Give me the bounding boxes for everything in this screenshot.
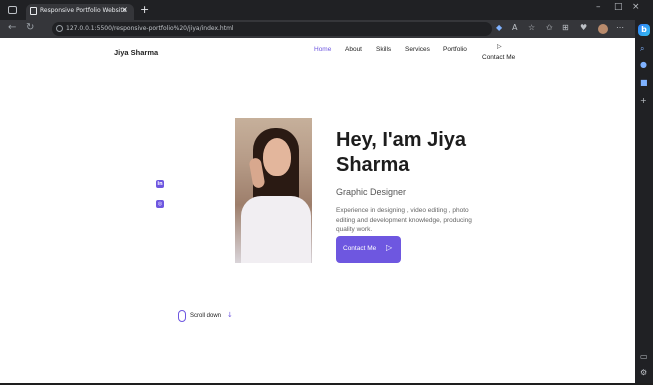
send-icon: ▷ — [386, 243, 393, 252]
nav-services[interactable]: Services — [405, 46, 430, 53]
add-sidebar-app-icon[interactable]: + — [640, 96, 647, 105]
collections-icon[interactable]: ⊞ — [562, 23, 569, 32]
browser-sidebar: b ⌕ ● ■ + ▭ ⚙ — [635, 20, 653, 385]
send-icon: ▷ — [497, 43, 502, 50]
contact-me-button[interactable]: Contact Me ▷ — [336, 236, 401, 263]
shopping-icon[interactable]: ● — [640, 60, 647, 69]
nav-about[interactable]: About — [345, 46, 362, 53]
profile-avatar[interactable] — [598, 24, 608, 34]
minimize-button[interactable]: – — [596, 2, 601, 12]
sidebar-settings-icon[interactable]: ⚙ — [640, 368, 647, 377]
nav-skills[interactable]: Skills — [376, 46, 391, 53]
tab-close-icon[interactable]: × — [121, 5, 128, 14]
mouse-icon — [178, 310, 186, 322]
outlook-icon[interactable]: ■ — [640, 78, 648, 87]
maximize-button[interactable]: □ — [614, 2, 623, 12]
arrow-down-icon: ↓ — [227, 311, 233, 319]
site-info-icon[interactable] — [56, 25, 63, 32]
new-tab-button[interactable]: + — [140, 3, 149, 16]
extension-icon[interactable]: ◆ — [496, 23, 502, 32]
tab-title: Responsive Portfolio Website — [40, 7, 127, 14]
back-arrow-icon[interactable]: ← — [8, 22, 16, 33]
close-window-button[interactable]: × — [632, 2, 640, 12]
contact-me-label: Contact Me — [343, 245, 377, 252]
hero-title: Hey, I'am Jiya Sharma — [336, 129, 467, 176]
copilot-icon[interactable]: b — [638, 24, 650, 36]
url-text: 127.0.0.1:5500/responsive-portfolio%20/j… — [66, 25, 234, 32]
refresh-icon[interactable]: ↻ — [26, 22, 34, 33]
site-logo[interactable]: Jiya Sharma — [114, 48, 158, 57]
favorite-star-icon[interactable]: ☆ — [528, 23, 535, 32]
page-favicon-icon — [30, 7, 37, 15]
nav-portfolio[interactable]: Portfolio — [443, 46, 467, 53]
scroll-down-label: Scroll down — [190, 313, 222, 319]
search-icon[interactable]: ⌕ — [640, 44, 644, 54]
address-bar[interactable]: 127.0.0.1:5500/responsive-portfolio%20/j… — [52, 22, 492, 36]
nav-home[interactable]: Home — [314, 46, 331, 53]
linkedin-icon: in — [157, 181, 163, 187]
read-aloud-icon[interactable]: A — [512, 23, 517, 32]
browser-essentials-icon[interactable]: ♥ — [580, 23, 587, 32]
window-menu-icon[interactable] — [8, 6, 17, 14]
browser-tab[interactable]: Responsive Portfolio Website × — [26, 4, 134, 20]
linkedin-link[interactable]: in — [156, 180, 164, 188]
dribbble-link[interactable]: ◎ — [156, 200, 164, 208]
browser-toolbar: ← ↻ 127.0.0.1:5500/responsive-portfolio%… — [0, 20, 635, 38]
dribbble-icon: ◎ — [157, 201, 163, 207]
hero-description: Experience in designing , video editing … — [336, 207, 472, 233]
sidebar-layout-icon[interactable]: ▭ — [640, 352, 648, 361]
profile-photo — [235, 118, 312, 263]
favorites-icon[interactable]: ✩ — [546, 23, 553, 32]
more-menu-icon[interactable]: ⋯ — [616, 23, 624, 32]
nav-contact[interactable]: Contact Me — [482, 54, 515, 61]
hero-subtitle: Graphic Designer — [336, 187, 407, 197]
web-page: Jiya Sharma Home About Skills Services P… — [0, 38, 635, 383]
browser-tab-bar: Responsive Portfolio Website × + – □ × — [0, 0, 653, 20]
